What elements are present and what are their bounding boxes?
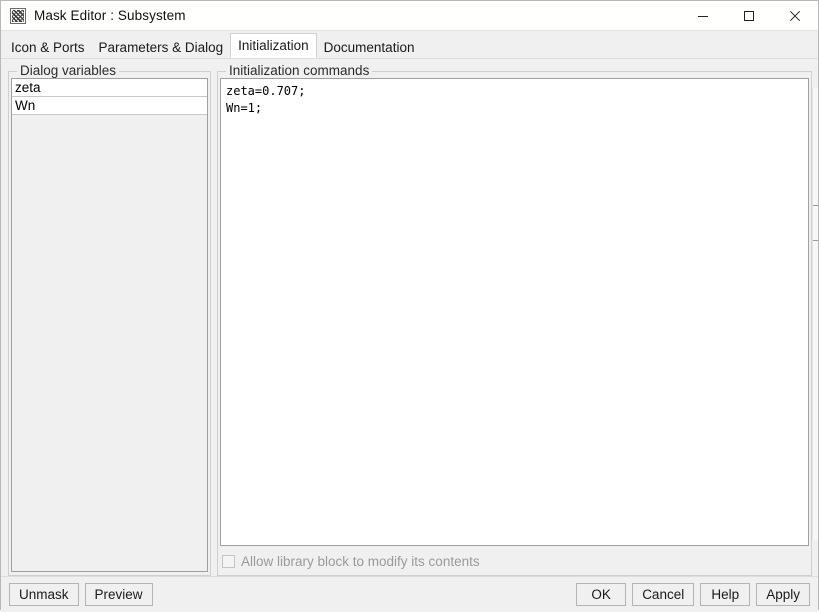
tab-parameters-and-dialog[interactable]: Parameters & Dialog <box>92 36 231 59</box>
tab-strip: Icon & Ports Parameters & Dialog Initial… <box>1 31 818 58</box>
edge-tick <box>813 205 818 206</box>
right-edge-scroll-sliver <box>812 88 818 540</box>
dialog-variables-group: Dialog variables zeta Wn <box>8 63 211 576</box>
help-button[interactable]: Help <box>700 583 751 606</box>
maximize-button[interactable] <box>726 1 772 30</box>
unmask-button[interactable]: Unmask <box>9 583 79 606</box>
initialization-panel: Dialog variables zeta Wn Initialization … <box>1 58 818 576</box>
tab-icon-and-ports[interactable]: Icon & Ports <box>4 36 92 59</box>
maximize-icon <box>743 10 755 22</box>
apply-button[interactable]: Apply <box>756 583 810 606</box>
footer-button-bar: Unmask Preview OK Cancel Help Apply <box>1 576 818 612</box>
allow-library-modify-row[interactable]: Allow library block to modify its conten… <box>222 552 480 570</box>
footer-left-buttons: Unmask Preview <box>9 583 153 606</box>
minimize-button[interactable] <box>680 1 726 30</box>
mask-editor-icon <box>10 7 26 24</box>
dialog-variables-label: Dialog variables <box>17 63 120 78</box>
cancel-button[interactable]: Cancel <box>632 583 695 606</box>
preview-button[interactable]: Preview <box>84 583 153 606</box>
list-item[interactable]: Wn <box>12 97 207 115</box>
tab-initialization[interactable]: Initialization <box>230 33 317 58</box>
close-icon <box>789 10 801 22</box>
edge-tick <box>813 240 818 241</box>
initialization-commands-input[interactable]: zeta=0.707; Wn=1; <box>220 78 809 546</box>
allow-library-modify-checkbox[interactable] <box>222 554 235 568</box>
minimize-icon <box>697 10 709 22</box>
window-title: Mask Editor : Subsystem <box>34 8 186 23</box>
footer-right-buttons: OK Cancel Help Apply <box>576 583 810 606</box>
initialization-commands-group: Initialization commands zeta=0.707; Wn=1… <box>217 63 812 576</box>
list-item[interactable]: zeta <box>12 79 207 97</box>
ok-button[interactable]: OK <box>576 583 627 606</box>
initialization-commands-label: Initialization commands <box>226 63 373 78</box>
tab-documentation[interactable]: Documentation <box>317 36 422 59</box>
title-bar: Mask Editor : Subsystem <box>1 1 818 31</box>
mask-editor-window: Mask Editor : Subsystem Icon & Ports Par… <box>0 0 819 612</box>
window-controls <box>680 1 818 30</box>
allow-library-modify-label: Allow library block to modify its conten… <box>241 553 480 569</box>
dialog-variables-list[interactable]: zeta Wn <box>11 78 208 572</box>
close-button[interactable] <box>772 1 818 30</box>
